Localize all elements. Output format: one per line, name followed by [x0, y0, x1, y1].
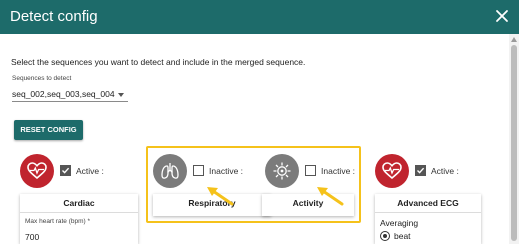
- scroll-up-arrow-icon[interactable]: [511, 37, 517, 42]
- heart-pulse-icon: [20, 154, 54, 188]
- averaging-beat-radio[interactable]: [380, 231, 390, 241]
- sequences-label: Sequences to detect: [12, 75, 72, 82]
- vertical-scrollbar[interactable]: [509, 34, 519, 244]
- advanced-ecg-header[interactable]: Advanced ECG: [375, 194, 481, 213]
- module-respiratory: Inactive : Respiratory: [153, 154, 271, 244]
- dialog-titlebar: Detect config: [0, 0, 519, 34]
- module-cardiac: Active : Cardiac Max heart rate (bpm) * …: [20, 154, 138, 244]
- respiratory-checkbox[interactable]: [193, 165, 204, 176]
- caret-down-icon: [118, 93, 124, 97]
- module-activity: Inactive : Activity: [262, 154, 383, 244]
- advanced-ecg-status: Active :: [431, 166, 459, 176]
- cardiac-checkbox[interactable]: [60, 165, 71, 176]
- scroll-thumb[interactable]: [511, 45, 517, 241]
- module-advanced-ecg: Active : Advanced ECG Averaging beat: [375, 154, 481, 244]
- max-heart-rate-label: Max heart rate (bpm) *: [25, 218, 91, 225]
- cardiac-status: Active :: [76, 166, 104, 176]
- instruction-text: Select the sequences you want to detect …: [11, 57, 306, 67]
- sequences-value: seq_002,seq_003,seq_004: [12, 89, 115, 99]
- heart-pulse-icon: [375, 154, 409, 188]
- close-icon[interactable]: [493, 7, 511, 25]
- lungs-icon: [153, 154, 187, 188]
- cardiac-card: Cardiac Max heart rate (bpm) * 700: [20, 194, 138, 244]
- respiratory-card: Respiratory: [153, 194, 271, 216]
- reset-config-button[interactable]: RESET CONFIG: [14, 120, 83, 140]
- activity-icon: [265, 154, 299, 188]
- dialog-title: Detect config: [10, 8, 98, 25]
- advanced-ecg-checkbox[interactable]: [415, 165, 426, 176]
- averaging-label: Averaging: [380, 218, 419, 228]
- respiratory-status: Inactive :: [209, 166, 244, 176]
- advanced-ecg-card: Advanced ECG Averaging beat: [375, 194, 481, 244]
- averaging-beat-label: beat: [394, 231, 411, 241]
- max-heart-rate-input[interactable]: 700: [25, 232, 39, 242]
- activity-status: Inactive :: [321, 166, 356, 176]
- activity-card: Activity: [262, 194, 354, 216]
- sequences-select[interactable]: seq_002,seq_003,seq_004: [12, 85, 128, 102]
- respiratory-header[interactable]: Respiratory: [153, 194, 271, 213]
- activity-header[interactable]: Activity: [262, 194, 354, 213]
- cardiac-header[interactable]: Cardiac: [20, 194, 138, 213]
- activity-checkbox[interactable]: [305, 165, 316, 176]
